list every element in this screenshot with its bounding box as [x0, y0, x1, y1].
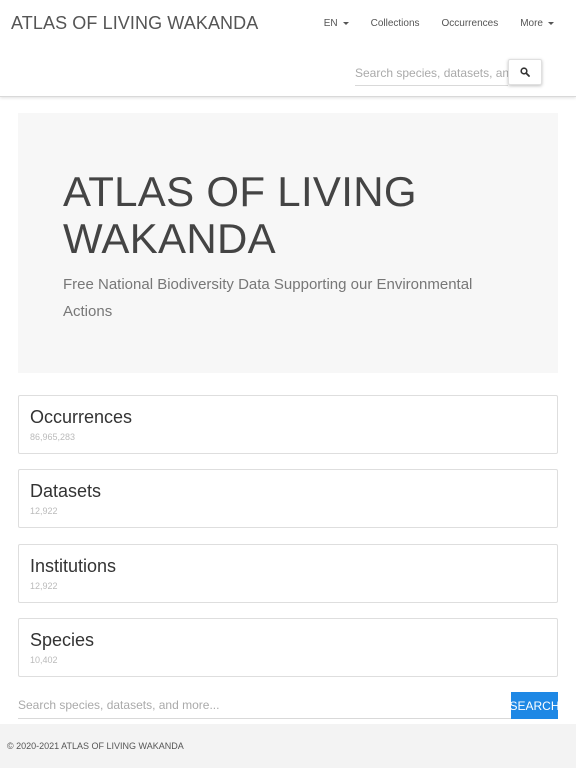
main-search-button[interactable]: SEARCH	[510, 692, 560, 719]
stat-card-count: 12,922	[30, 581, 58, 591]
top-navbar: ATLAS OF LIVING WAKANDA EN Collections O…	[0, 0, 576, 97]
stat-card-title: Datasets	[30, 481, 102, 501]
stat-card-species[interactable]: Species 10,402	[18, 618, 558, 677]
nav-occurrences-label: Occurrences	[441, 18, 499, 29]
nav-more-label: More	[520, 18, 543, 29]
caret-down-icon	[342, 22, 349, 25]
nav-links: EN Collections Occurrences More	[324, 18, 554, 29]
nav-more-dropdown[interactable]: More	[520, 18, 554, 29]
stat-card-institutions[interactable]: Institutions 12,922	[18, 544, 558, 603]
stat-card-occurrences[interactable]: Occurrences 86,965,283	[18, 395, 558, 454]
header-search-button[interactable]	[508, 59, 542, 85]
caret-down-icon	[548, 22, 554, 25]
hero-banner: ATLAS OF LIVING WAKANDA Free National Bi…	[18, 113, 558, 373]
brand-link[interactable]: ATLAS OF LIVING WAKANDA	[11, 13, 258, 34]
stat-card-count: 86,965,283	[30, 432, 76, 442]
stat-card-title: Occurrences	[30, 407, 133, 427]
hero-subtitle: Free National Biodiversity Data Supporti…	[63, 276, 473, 320]
stat-card-count: 12,922	[30, 506, 58, 516]
nav-language-dropdown[interactable]: EN	[324, 18, 349, 29]
nav-language-label: EN	[323, 18, 338, 29]
nav-collections-link[interactable]: Collections	[371, 18, 420, 29]
search-icon	[520, 67, 530, 77]
stat-card-title: Institutions	[30, 556, 117, 576]
footer: © 2020-2021 ATLAS OF LIVING WAKANDA	[0, 724, 576, 768]
nav-occurrences-link[interactable]: Occurrences	[442, 18, 499, 29]
footer-copyright: © 2020-2021 ATLAS OF LIVING WAKANDA	[7, 741, 184, 751]
header-search-input[interactable]	[355, 60, 508, 86]
stat-card-title: Species	[30, 630, 95, 650]
main-search-input[interactable]	[18, 692, 511, 719]
hero-title: ATLAS OF LIVING WAKANDA	[63, 168, 417, 262]
nav-collections-label: Collections	[370, 18, 420, 29]
stat-card-count: 10,402	[30, 655, 58, 665]
stat-card-datasets[interactable]: Datasets 12,922	[18, 469, 558, 528]
